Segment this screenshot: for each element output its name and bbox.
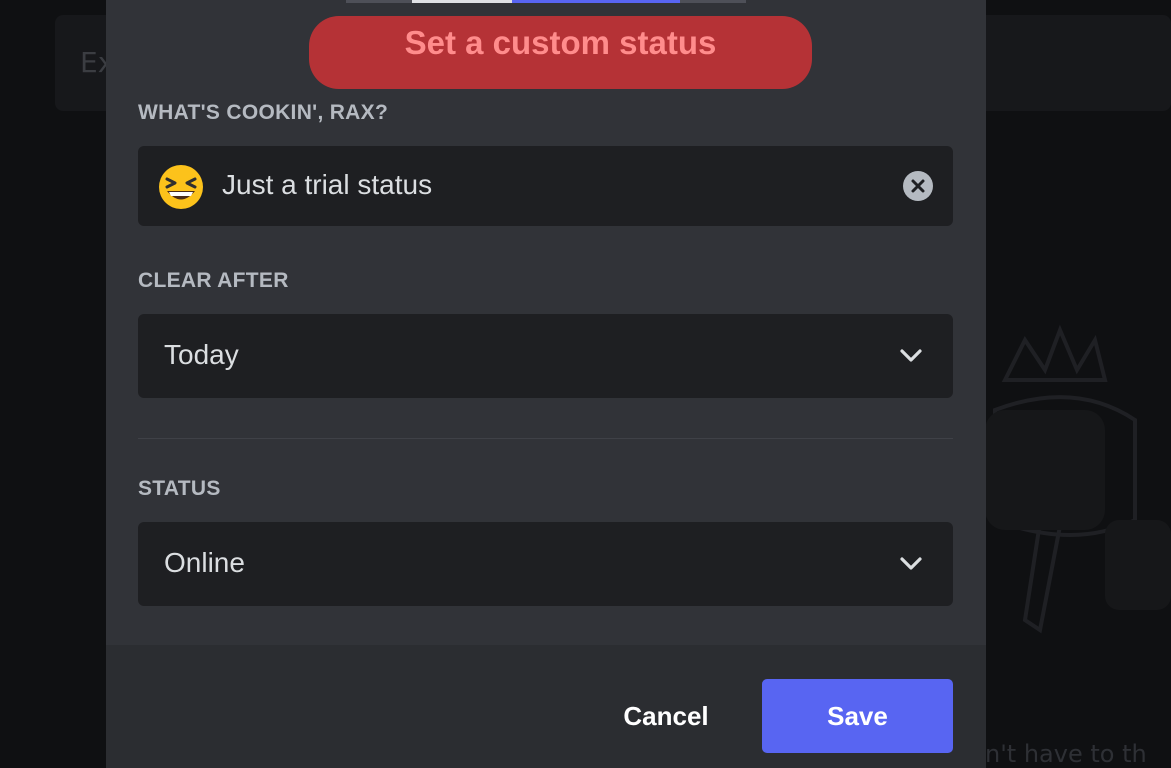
cancel-button[interactable]: Cancel xyxy=(606,680,726,752)
background-illustration xyxy=(985,324,1171,634)
custom-status-modal: Set a custom status WHAT'S COOKIN', RAX?… xyxy=(106,0,986,768)
modal-top-bar-segment xyxy=(412,0,512,3)
clear-after-select[interactable]: Today xyxy=(138,314,953,398)
section-divider xyxy=(138,438,953,439)
status-select[interactable]: Online xyxy=(138,522,953,606)
status-value: Online xyxy=(164,547,245,578)
background-bottom-text: n't have to th xyxy=(985,740,1147,768)
custom-status-text: Just a trial status xyxy=(222,169,433,200)
save-button[interactable]: Save xyxy=(762,679,953,753)
custom-status-label: WHAT'S COOKIN', RAX? xyxy=(138,101,389,124)
chevron-down-icon xyxy=(900,557,922,570)
status-label: STATUS xyxy=(138,477,221,500)
modal-top-bar xyxy=(346,0,746,3)
custom-status-input[interactable]: Just a trial status xyxy=(138,146,953,226)
modal-title: Set a custom status xyxy=(309,16,812,89)
close-icon xyxy=(911,179,925,193)
modal-top-bar-accent xyxy=(512,0,680,3)
clear-status-button[interactable] xyxy=(903,171,933,201)
chevron-down-icon xyxy=(900,349,922,362)
clear-after-label: CLEAR AFTER xyxy=(138,269,289,292)
grinning-squinting-face-icon[interactable] xyxy=(158,164,204,210)
clear-after-value: Today xyxy=(164,339,239,370)
